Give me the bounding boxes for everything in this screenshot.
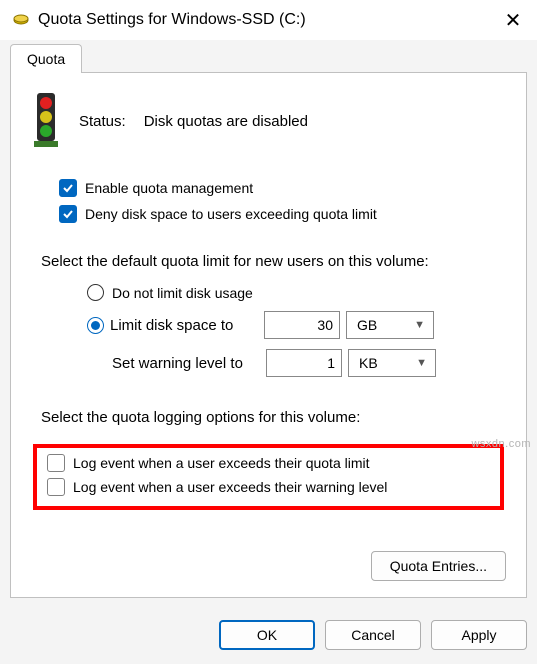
status-label: Status: (79, 113, 126, 130)
status-text: Disk quotas are disabled (144, 113, 308, 130)
limit-label: Limit disk space to (110, 317, 258, 334)
close-button[interactable]: ✕ (501, 8, 525, 33)
cancel-button[interactable]: Cancel (325, 620, 421, 650)
log-warning-checkbox[interactable] (47, 478, 65, 496)
tab-strip: Quota (10, 44, 527, 72)
drive-icon (12, 11, 30, 29)
quota-entries-button[interactable]: Quota Entries... (371, 551, 506, 581)
limit-heading: Select the default quota limit for new u… (41, 253, 506, 270)
limit-row: Limit disk space to GB ▼ (87, 311, 506, 339)
no-limit-radio[interactable] (87, 284, 104, 301)
titlebar: Quota Settings for Windows-SSD (C:) ✕ (0, 0, 537, 40)
quota-settings-dialog: Quota Settings for Windows-SSD (C:) ✕ Qu… (0, 0, 537, 664)
no-limit-row: Do not limit disk usage (87, 284, 506, 301)
limit-radio-group: Do not limit disk usage Limit disk space… (87, 284, 506, 387)
ok-button[interactable]: OK (219, 620, 315, 650)
status-row: Status: Disk quotas are disabled (31, 91, 506, 151)
no-limit-label: Do not limit disk usage (112, 285, 253, 301)
dialog-button-bar: OK Cancel Apply (0, 608, 537, 664)
limit-unit-value: GB (357, 317, 377, 333)
enable-quota-row: Enable quota management (59, 179, 506, 197)
log-quota-checkbox[interactable] (47, 454, 65, 472)
warning-unit-value: KB (359, 355, 378, 371)
chevron-down-icon: ▼ (416, 357, 427, 369)
limit-unit-select[interactable]: GB ▼ (346, 311, 434, 339)
watermark: wsxdn.com (471, 438, 531, 450)
warning-label: Set warning level to (112, 355, 260, 372)
highlight-box: Log event when a user exceeds their quot… (33, 444, 504, 510)
log-warning-label: Log event when a user exceeds their warn… (73, 479, 387, 495)
enable-quota-label: Enable quota management (85, 180, 253, 196)
window-title: Quota Settings for Windows-SSD (C:) (38, 11, 501, 29)
traffic-light-icon (31, 91, 61, 151)
deny-exceeding-row: Deny disk space to users exceeding quota… (59, 205, 506, 223)
quota-entries-row: Quota Entries... (31, 533, 506, 581)
log-warning-row: Log event when a user exceeds their warn… (47, 478, 492, 496)
content-area: Quota Status: Disk quotas are disabled (0, 40, 537, 608)
deny-exceeding-checkbox[interactable] (59, 205, 77, 223)
tab-panel-quota: Status: Disk quotas are disabled Enable … (10, 72, 527, 598)
log-quota-row: Log event when a user exceeds their quot… (47, 454, 492, 472)
chevron-down-icon: ▼ (414, 319, 425, 331)
enable-quota-checkbox[interactable] (59, 179, 77, 197)
apply-button[interactable]: Apply (431, 620, 527, 650)
warning-row: Set warning level to KB ▼ (112, 349, 506, 377)
log-quota-label: Log event when a user exceeds their quot… (73, 455, 370, 471)
warning-value-input[interactable] (266, 349, 342, 377)
deny-exceeding-label: Deny disk space to users exceeding quota… (85, 206, 377, 222)
limit-value-input[interactable] (264, 311, 340, 339)
limit-radio[interactable] (87, 317, 104, 334)
tab-quota[interactable]: Quota (10, 44, 82, 73)
log-heading: Select the quota logging options for thi… (41, 409, 506, 426)
warning-unit-select[interactable]: KB ▼ (348, 349, 436, 377)
